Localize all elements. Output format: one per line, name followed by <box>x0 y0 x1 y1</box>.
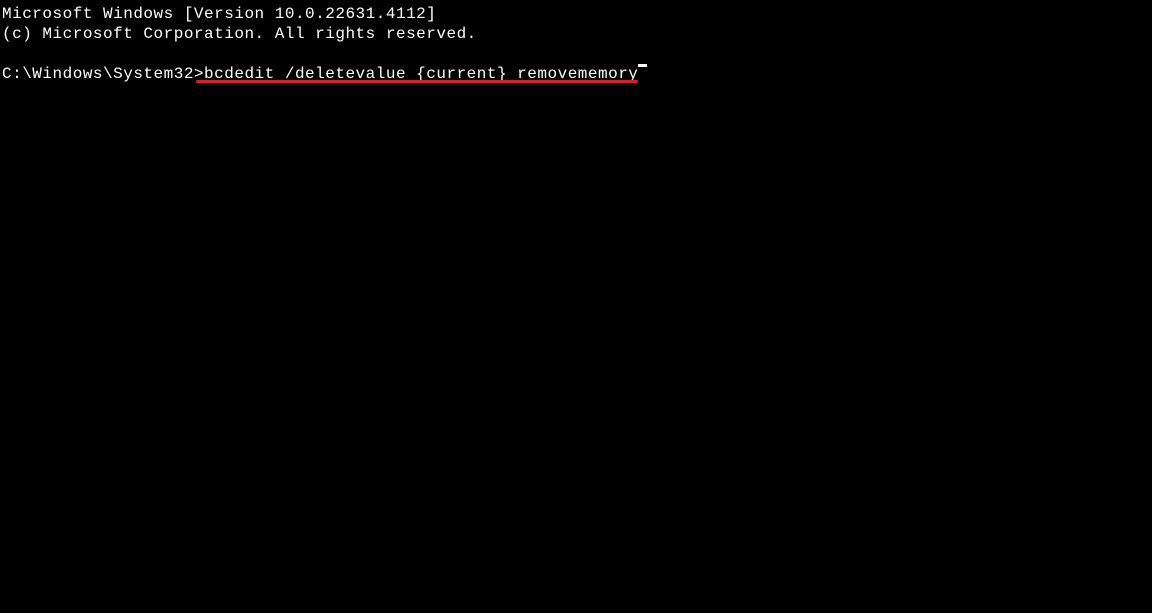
cursor-icon <box>638 64 647 67</box>
version-line: Microsoft Windows [Version 10.0.22631.41… <box>2 4 1150 24</box>
blank-line <box>2 44 1150 64</box>
prompt-path: C:\Windows\System32> <box>2 64 204 84</box>
highlight-underline <box>196 80 638 83</box>
copyright-line: (c) Microsoft Corporation. All rights re… <box>2 24 1150 44</box>
terminal-window[interactable]: Microsoft Windows [Version 10.0.22631.41… <box>0 0 1152 88</box>
